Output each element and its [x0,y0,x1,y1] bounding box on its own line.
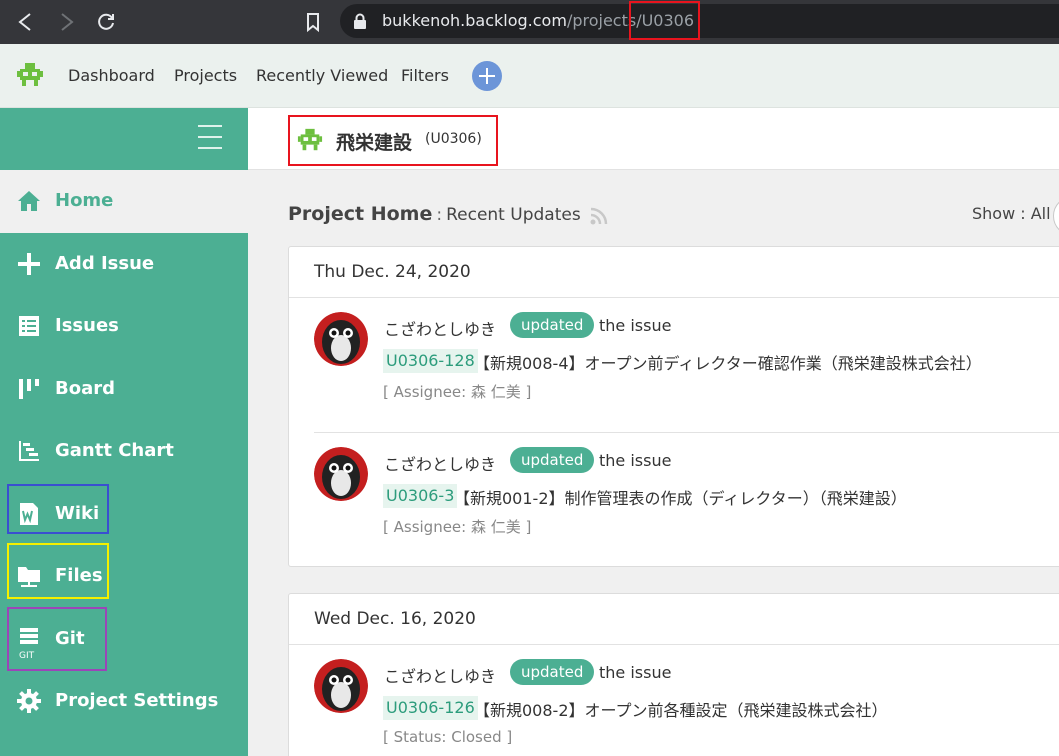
lock-icon [354,13,366,29]
page-title-sub: Recent Updates [446,205,581,225]
add-button[interactable] [472,61,502,91]
status-badge: updated [510,447,595,473]
project-bar: 飛栄建設 (U0306) [248,108,1059,170]
back-icon[interactable] [15,11,37,33]
avatar[interactable] [314,312,368,366]
show-filter-toggle[interactable] [1053,196,1059,236]
user-name[interactable]: こざわとしゆき [384,663,496,687]
page-title-main: Project Home [288,203,433,225]
update-entry: こざわとしゆき updated the issue U0306-128 【新規0… [289,298,1059,433]
card-header: Wed Dec. 16, 2020 [289,594,1059,645]
issue-detail: [ Assignee: 森 仁美 ] [383,518,532,536]
files-highlight-box [7,543,109,599]
list-icon [19,316,39,336]
user-name[interactable]: こざわとしゆき [384,316,496,340]
action-text: the issue [599,663,672,682]
sidebar-item-label: Board [55,378,115,399]
gear-icon [17,689,41,713]
user-name[interactable]: こざわとしゆき [384,451,496,475]
sidebar-item-project-settings[interactable]: Project Settings [0,670,248,732]
update-card: Wed Dec. 16, 2020 こざわとしゆき updated the is… [288,593,1059,756]
project-logo-icon [297,128,323,151]
show-filter-label[interactable]: Show : All [972,204,1051,223]
card-header: Thu Dec. 24, 2020 [289,247,1059,298]
update-entry: こざわとしゆき updated the issue U0306-126 【新規0… [289,645,1059,756]
issue-key-link[interactable]: U0306-126 [383,696,478,720]
main-content: 飛栄建設 (U0306) Project Home: Recent Updates… [248,108,1059,756]
sidebar-item-label: Add Issue [55,253,155,274]
page-title: Project Home: Recent Updates [288,203,581,225]
sidebar-item-label: Issues [55,315,119,336]
url-key-highlight-box [629,1,700,40]
update-entry: こざわとしゆき updated the issue U0306-3 【新規001… [289,433,1059,568]
issue-title-link[interactable]: 【新規008-4】オープン前ディレクター確認作業（飛栄建設株式会社） [474,350,982,374]
board-icon [19,379,39,399]
nav-recently-viewed[interactable]: Recently Viewed [256,66,388,85]
sidebar: Home Add Issue Issues Board Gantt Chart … [0,108,248,756]
sidebar-item-add-issue[interactable]: Add Issue [0,233,248,295]
sidebar-item-gantt-chart[interactable]: Gantt Chart [0,420,248,482]
app-header: Dashboard Projects Recently Viewed Filte… [0,44,1059,108]
wiki-highlight-box [7,484,109,534]
issue-key-link[interactable]: U0306-3 [383,484,458,508]
nav-filters[interactable]: Filters [401,66,449,85]
nav-projects[interactable]: Projects [174,66,237,85]
project-key: (U0306) [425,131,482,147]
sidebar-item-home[interactable]: Home [0,170,248,233]
forward-icon[interactable] [55,11,77,33]
update-date: Thu Dec. 24, 2020 [314,262,471,282]
home-icon [18,191,40,211]
update-date: Wed Dec. 16, 2020 [314,609,476,629]
status-badge: updated [510,312,595,338]
issue-title-link[interactable]: 【新規001-2】制作管理表の作成（ディレクター）（飛栄建設） [454,485,907,509]
sidebar-item-board[interactable]: Board [0,358,248,420]
avatar[interactable] [314,447,368,501]
git-highlight-box [7,607,107,671]
issue-detail: [ Assignee: 森 仁美 ] [383,383,532,401]
status-badge: updated [510,659,595,685]
hamburger-menu-icon[interactable] [198,125,222,151]
gantt-icon [19,441,39,461]
browser-toolbar: bukkenoh.backlog.com/projects/U0306 [0,0,1059,44]
plus-icon [18,253,40,275]
sidebar-item-label: Gantt Chart [55,440,174,461]
project-name: 飛栄建設 [336,132,413,154]
issue-detail: [ Status: Closed ] [383,728,513,746]
action-text: the issue [599,316,672,335]
bookmark-icon[interactable] [302,11,324,33]
backlog-logo-icon[interactable] [16,61,44,89]
issue-key-link[interactable]: U0306-128 [383,349,478,373]
page-title-separator: : [436,205,443,225]
sidebar-top [0,108,248,170]
project-header[interactable]: 飛栄建設 (U0306) [288,115,498,166]
issue-title-link[interactable]: 【新規008-2】オープン前各種設定（飛栄建設株式会社） [474,697,888,721]
nav-dashboard[interactable]: Dashboard [68,66,155,85]
sidebar-item-issues[interactable]: Issues [0,295,248,357]
reload-icon[interactable] [95,11,117,33]
action-text: the issue [599,451,672,470]
url-host: bukkenoh.backlog.com [382,11,567,30]
sidebar-item-label: Home [55,190,114,211]
update-card: Thu Dec. 24, 2020 こざわとしゆき updated the is… [288,246,1059,567]
sidebar-item-label: Project Settings [55,690,219,711]
avatar[interactable] [314,659,368,713]
rss-icon[interactable] [590,206,609,225]
